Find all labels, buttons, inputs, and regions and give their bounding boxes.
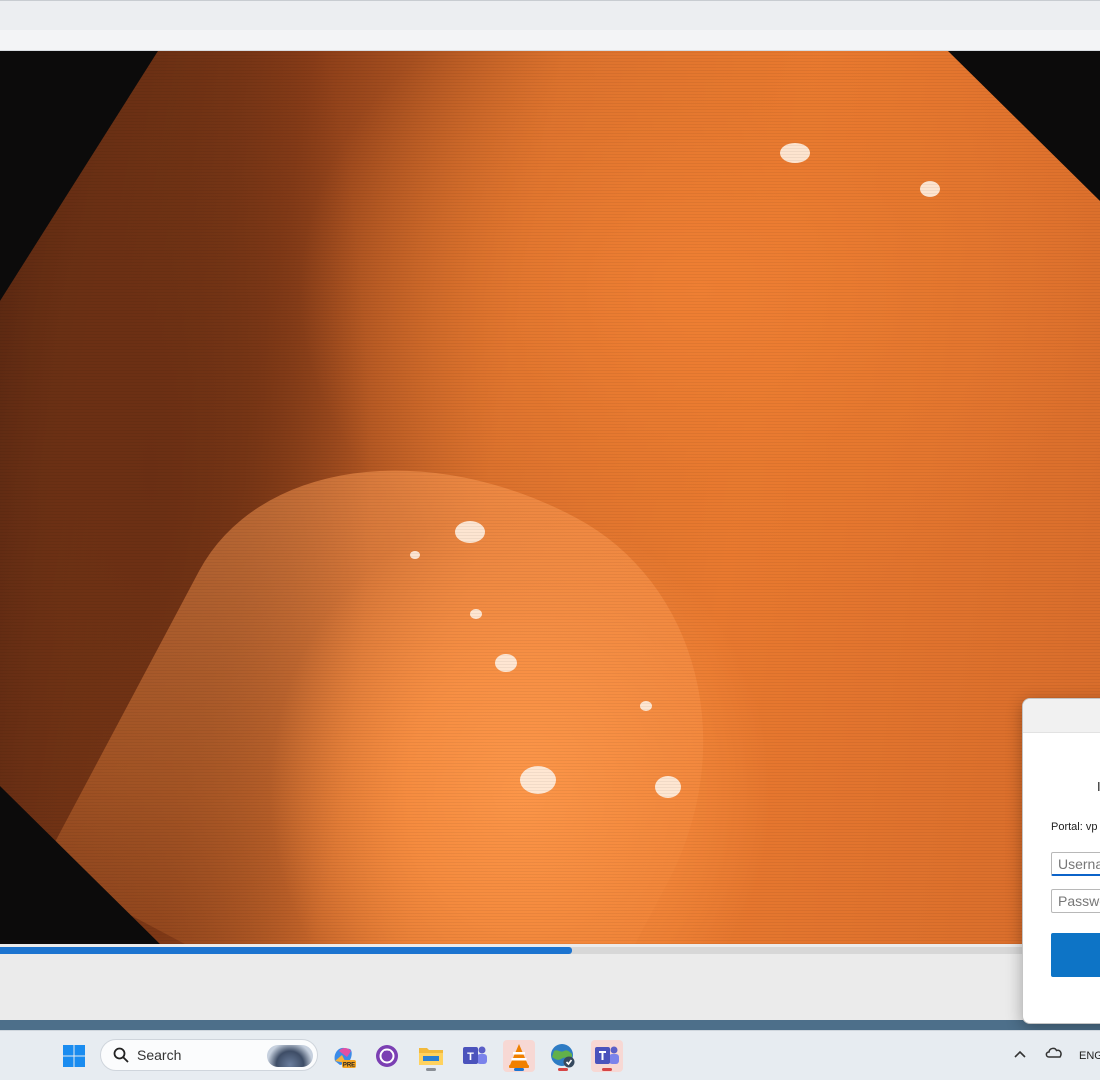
vpn-globe-icon: [551, 1044, 575, 1068]
specular-highlight: [520, 766, 556, 794]
windows-taskbar: Search PRE T ENG: [0, 1030, 1100, 1080]
running-indicator: [514, 1068, 524, 1071]
file-explorer-icon: [419, 1048, 443, 1065]
search-highlight-image: [267, 1045, 313, 1067]
window-bottom-edge: [0, 1020, 1100, 1030]
tray-language-indicator[interactable]: ENG: [1079, 1050, 1100, 1062]
taskbar-search[interactable]: Search: [100, 1039, 318, 1071]
dialog-title-bar[interactable]: [1023, 699, 1100, 733]
running-indicator: [426, 1068, 436, 1071]
specular-highlight: [470, 609, 482, 619]
taskbar-app-copilot[interactable]: PRE: [327, 1040, 359, 1072]
tray-overflow-chevron-icon[interactable]: [1013, 1046, 1027, 1062]
taskbar-app-teams-work[interactable]: T: [459, 1040, 491, 1072]
taskbar-app-vlc[interactable]: [503, 1040, 535, 1072]
taskbar-app-vpn[interactable]: [547, 1040, 579, 1072]
username-input[interactable]: [1051, 852, 1100, 876]
taskbar-app-github[interactable]: [371, 1040, 403, 1072]
running-indicator: [602, 1068, 612, 1071]
windows-logo-icon: [63, 1045, 85, 1067]
specular-highlight: [495, 654, 517, 672]
taskbar-app-file-explorer[interactable]: [415, 1040, 447, 1072]
specular-highlight: [655, 776, 681, 798]
onedrive-cloud-icon[interactable]: [1044, 1044, 1064, 1065]
video-viewport[interactable]: [0, 51, 1100, 944]
svg-text:PRE: PRE: [343, 1063, 355, 1069]
seek-bar-fill: [0, 947, 572, 954]
player-controls: [0, 944, 1100, 1022]
taskbar-app-teams[interactable]: [591, 1040, 623, 1072]
specular-highlight: [455, 521, 485, 543]
endoscopy-video-frame: [0, 51, 1100, 944]
start-button[interactable]: [58, 1040, 90, 1072]
player-menu-bar: [0, 30, 1100, 51]
specular-highlight: [780, 143, 810, 163]
github-desktop-icon: [376, 1045, 398, 1067]
seek-bar[interactable]: [0, 947, 1100, 954]
specular-highlight: [410, 551, 420, 559]
copilot-icon: PRE: [334, 1047, 356, 1069]
running-indicator: [558, 1068, 568, 1071]
svg-text:T: T: [467, 1051, 474, 1063]
mucosal-fold: [41, 373, 799, 944]
password-input[interactable]: [1051, 889, 1100, 913]
vpn-login-dialog: I Portal: vp: [1022, 698, 1100, 1024]
search-label: Search: [137, 1047, 182, 1063]
teams-icon: [595, 1046, 619, 1064]
player-title-bar: [0, 0, 1100, 30]
specular-highlight: [640, 701, 652, 711]
teams-work-icon: T: [463, 1046, 487, 1064]
connect-button[interactable]: [1051, 933, 1100, 977]
portal-label: Portal: vp: [1051, 821, 1098, 833]
vlc-icon: [509, 1044, 529, 1068]
specular-highlight: [920, 181, 940, 197]
search-icon: [113, 1047, 129, 1063]
